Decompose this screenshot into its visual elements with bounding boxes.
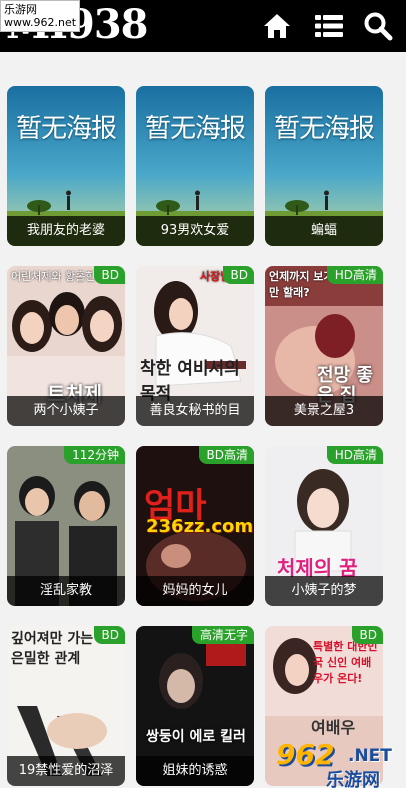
watermark-line-1: 乐游网: [4, 3, 37, 16]
movie-title: 蝙蝠: [265, 216, 383, 246]
no-poster-text: 暂无海报: [273, 114, 375, 144]
watermark-net: .NET: [348, 746, 392, 766]
site-watermark-logo: 962 .NET 乐游网: [270, 738, 406, 788]
poster-url: 236zz.com: [146, 516, 254, 537]
movie-title: 淫乱家教: [7, 576, 125, 606]
watermark-line-2: www.962.net: [4, 16, 77, 29]
movie-card[interactable]: 처제의 꿈 HD高清 小姨子的梦: [265, 446, 383, 606]
movie-title: 两个小姨子: [7, 396, 125, 426]
movie-card[interactable]: 사장님, 잘 해요 착한 여비서의 목적 BD 善良女秘书的目: [136, 266, 254, 426]
movie-title: 19禁性爱的沼泽: [7, 756, 125, 786]
movie-title: 美景之屋3: [265, 396, 383, 426]
movie-card[interactable]: 112分钟 淫乱家教: [7, 446, 125, 606]
poster-title: 여배우: [311, 718, 356, 737]
site-watermark: 乐游网 www.962.net: [0, 0, 81, 32]
no-poster-text: 暂无海报: [15, 114, 117, 144]
movie-card[interactable]: 깊어져만 가는 은밀한 관계 BD 19禁性爱的沼泽: [7, 626, 125, 786]
duration-badge: 112分钟: [64, 446, 125, 464]
movie-card[interactable]: 暂无海报 93男欢女爱: [136, 86, 254, 246]
movie-title: 姐妹的诱惑: [136, 756, 254, 786]
poster-tagline: 깊어져만 가는 은밀한 관계: [11, 631, 94, 667]
movie-card[interactable]: 쌍둥이 에로 킬러 高清无字 姐妹的诱惑: [136, 626, 254, 786]
quality-badge: HD高清: [326, 446, 383, 464]
quality-badge: 高清无字: [191, 626, 254, 644]
quality-badge: HD高清: [326, 266, 383, 284]
movie-card[interactable]: 어린처제와 황홀한 트처제 BD 两个小姨子: [7, 266, 125, 426]
movie-card[interactable]: 暂无海报 我朋友的老婆: [7, 86, 125, 246]
poster-title: 쌍둥이 에로 킬러: [146, 729, 246, 745]
movie-title: 妈妈的女儿: [136, 576, 254, 606]
no-poster-text: 暂无海报: [144, 114, 246, 144]
quality-badge: BD: [222, 266, 254, 284]
movie-title: 93男欢女爱: [136, 216, 254, 246]
poster-tagline: 특별한 대한민국 신인 여배우가 온다!: [313, 640, 378, 685]
movie-card[interactable]: 暂无海报 蝙蝠: [265, 86, 383, 246]
watermark-cn: 乐游网: [326, 770, 380, 788]
quality-badge: BD高清: [198, 446, 254, 464]
movie-title: 我朋友的老婆: [7, 216, 125, 246]
home-icon[interactable]: [261, 10, 293, 42]
quality-badge: BD: [93, 626, 125, 644]
movie-card[interactable]: 언제까지 보기만 할래? 전망 좋은 집 HD高清 美景之屋3: [265, 266, 383, 426]
list-menu-icon[interactable]: [313, 10, 345, 42]
movie-title: 小姨子的梦: [265, 576, 383, 606]
quality-badge: BD: [351, 626, 383, 644]
search-icon[interactable]: [362, 10, 394, 42]
quality-badge: BD: [93, 266, 125, 284]
poster-tagline: 언제까지 보기만 할래?: [269, 270, 334, 299]
movie-title: 善良女秘书的目: [136, 396, 254, 426]
movie-card[interactable]: 엄마 236zz.com BD高清 妈妈的女儿: [136, 446, 254, 606]
